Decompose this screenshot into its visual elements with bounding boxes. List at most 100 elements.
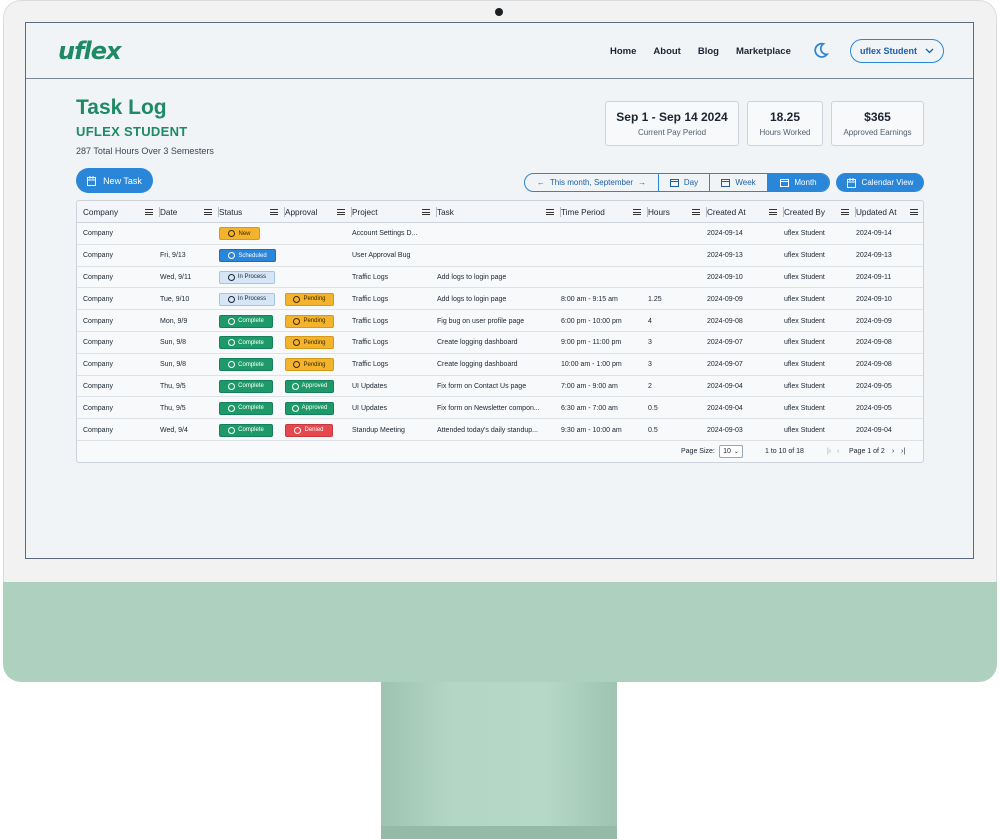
- cell-text: uflex Student: [784, 404, 825, 412]
- column-menu-icon[interactable]: [769, 209, 777, 215]
- column-header-project[interactable]: Project: [352, 201, 437, 223]
- week-toggle[interactable]: Week: [710, 174, 768, 191]
- column-menu-icon[interactable]: [204, 209, 212, 215]
- column-menu-icon[interactable]: [422, 209, 430, 215]
- cell-approval: Denied: [285, 419, 348, 441]
- period-navigator[interactable]: ← This month, September →: [525, 174, 659, 191]
- table-row[interactable]: Company Tue, 9/10 In Process Pending Traffic…: [77, 288, 923, 311]
- last-page-icon[interactable]: ›|: [901, 448, 905, 455]
- cell-hours: 0.5: [648, 397, 703, 419]
- cell-by: uflex Student: [784, 397, 852, 419]
- day-toggle[interactable]: Day: [659, 174, 710, 191]
- new-task-button[interactable]: New Task: [76, 168, 153, 193]
- cell-created: 2024-09-13: [707, 245, 780, 267]
- table-row[interactable]: Company Fri, 9/13 Scheduled User Approval B…: [77, 245, 923, 267]
- prev-page-icon[interactable]: ‹: [837, 448, 839, 455]
- check-circle-icon: [291, 404, 299, 412]
- cell-text: 0.5: [648, 404, 658, 412]
- next-page-icon[interactable]: ›: [892, 448, 894, 455]
- cell-updated: 2024-09-08: [856, 354, 921, 376]
- column-menu-icon[interactable]: [910, 209, 918, 215]
- cell-text: Wed, 9/4: [160, 426, 188, 434]
- column-menu-icon[interactable]: [145, 209, 153, 215]
- top-nav: uflex Home About Blog Marketplace uflex …: [26, 23, 973, 79]
- cell-updated: 2024-09-13: [856, 245, 921, 267]
- cell-text: Account Settings D...: [352, 230, 418, 238]
- user-menu-button[interactable]: uflex Student: [850, 39, 944, 63]
- table-row[interactable]: Company Sun, 9/8 Complete Pending Traffic Lo…: [77, 332, 923, 354]
- column-header-company[interactable]: Company: [83, 201, 160, 223]
- cell-text: Company: [83, 404, 113, 412]
- arrow-right-icon[interactable]: →: [638, 178, 646, 187]
- first-page-icon[interactable]: |‹: [827, 448, 831, 455]
- cell-hours: [648, 267, 703, 289]
- column-header-approval[interactable]: Approval: [285, 201, 352, 223]
- earnings-card: $365 Approved Earnings: [831, 101, 924, 146]
- check-circle-icon: [291, 382, 299, 390]
- cell-text: 8:00 am - 9:15 am: [561, 295, 618, 303]
- column-header-label: Company: [83, 207, 119, 217]
- column-menu-icon[interactable]: [337, 209, 345, 215]
- cell-text: uflex Student: [784, 295, 825, 303]
- logo[interactable]: uflex: [58, 37, 122, 65]
- cell-by: uflex Student: [784, 245, 852, 267]
- status-badge: Scheduled: [219, 249, 276, 263]
- week-label: Week: [735, 178, 756, 187]
- column-header-status[interactable]: Status: [219, 201, 285, 223]
- badge-label: Pending: [303, 361, 326, 368]
- cell-text: UI Updates: [352, 382, 388, 390]
- table-row[interactable]: Company New Account Settings D... 2024-09-1…: [77, 223, 923, 245]
- badge-label: Complete: [238, 383, 264, 390]
- page-size-select[interactable]: 10 ⌄: [719, 445, 743, 458]
- hours-worked-card: 18.25 Hours Worked: [747, 101, 823, 146]
- cell-hours: 1.25: [648, 288, 703, 310]
- column-header-created-at[interactable]: Created At: [707, 201, 784, 223]
- cell-updated: 2024-09-05: [856, 397, 921, 419]
- cell-by: uflex Student: [784, 354, 852, 376]
- column-header-hours[interactable]: Hours: [648, 201, 707, 223]
- cell-updated: 2024-09-09: [856, 310, 921, 332]
- nav-blog[interactable]: Blog: [698, 46, 719, 57]
- column-menu-icon[interactable]: [633, 209, 641, 215]
- moon-icon[interactable]: [811, 41, 830, 60]
- table-row[interactable]: Company Thu, 9/5 Complete Approved UI Update…: [77, 397, 923, 420]
- nav-marketplace[interactable]: Marketplace: [736, 46, 791, 57]
- approval-badge: Pending: [285, 314, 334, 328]
- pay-period-card: Sep 1 - Sep 14 2024 Current Pay Period: [605, 101, 739, 146]
- arrow-left-icon[interactable]: ←: [537, 178, 545, 187]
- pay-period-value: Sep 1 - Sep 14 2024: [616, 110, 728, 124]
- cell-updated: 2024-09-10: [856, 288, 921, 310]
- chevron-down-icon: [925, 48, 934, 54]
- column-header-task[interactable]: Task: [437, 201, 561, 223]
- task-table: Company Date Status Approval Project Task Time…: [76, 200, 924, 463]
- column-menu-icon[interactable]: [270, 209, 278, 215]
- nav-about[interactable]: About: [653, 46, 680, 57]
- pay-period-label: Current Pay Period: [637, 128, 707, 137]
- row-range: 1 to 10 of 18: [765, 448, 804, 455]
- status-badge: Complete: [219, 423, 273, 437]
- stopwatch-icon: [227, 295, 235, 303]
- column-menu-icon[interactable]: [546, 209, 554, 215]
- badge-label: Denied: [304, 427, 324, 434]
- nav-home[interactable]: Home: [610, 46, 636, 57]
- calendar-icon: [721, 179, 731, 187]
- column-menu-icon[interactable]: [841, 209, 849, 215]
- cell-date: Sun, 9/8: [160, 354, 215, 376]
- cell-text: 1.25: [648, 295, 662, 303]
- column-header-created-by[interactable]: Created By: [784, 201, 856, 223]
- cell-company: Company: [83, 310, 156, 332]
- cell-task: Add logs to login page: [437, 288, 557, 310]
- column-header-updated-at[interactable]: Updated At: [856, 201, 923, 223]
- column-header-date[interactable]: Date: [160, 201, 219, 223]
- column-header-time-period[interactable]: Time Period: [561, 201, 648, 223]
- table-row[interactable]: Company Sun, 9/8 Complete Pending Traffic Lo…: [77, 354, 923, 376]
- table-row[interactable]: Company Wed, 9/11 In Process Traffic Logs Ad…: [77, 267, 923, 289]
- cell-text: UI Updates: [352, 404, 388, 412]
- calendar-view-button[interactable]: Calendar View: [836, 173, 924, 192]
- column-menu-icon[interactable]: [692, 209, 700, 215]
- month-toggle[interactable]: Month: [768, 174, 829, 191]
- table-row[interactable]: Company Mon, 9/9 Complete Pending Traffic Lo…: [77, 310, 923, 332]
- table-row[interactable]: Company Wed, 9/4 Complete Denied Standup Mee…: [77, 419, 923, 441]
- table-row[interactable]: Company Thu, 9/5 Complete Approved UI Update…: [77, 376, 923, 398]
- calendar-view-label: Calendar View: [861, 178, 914, 187]
